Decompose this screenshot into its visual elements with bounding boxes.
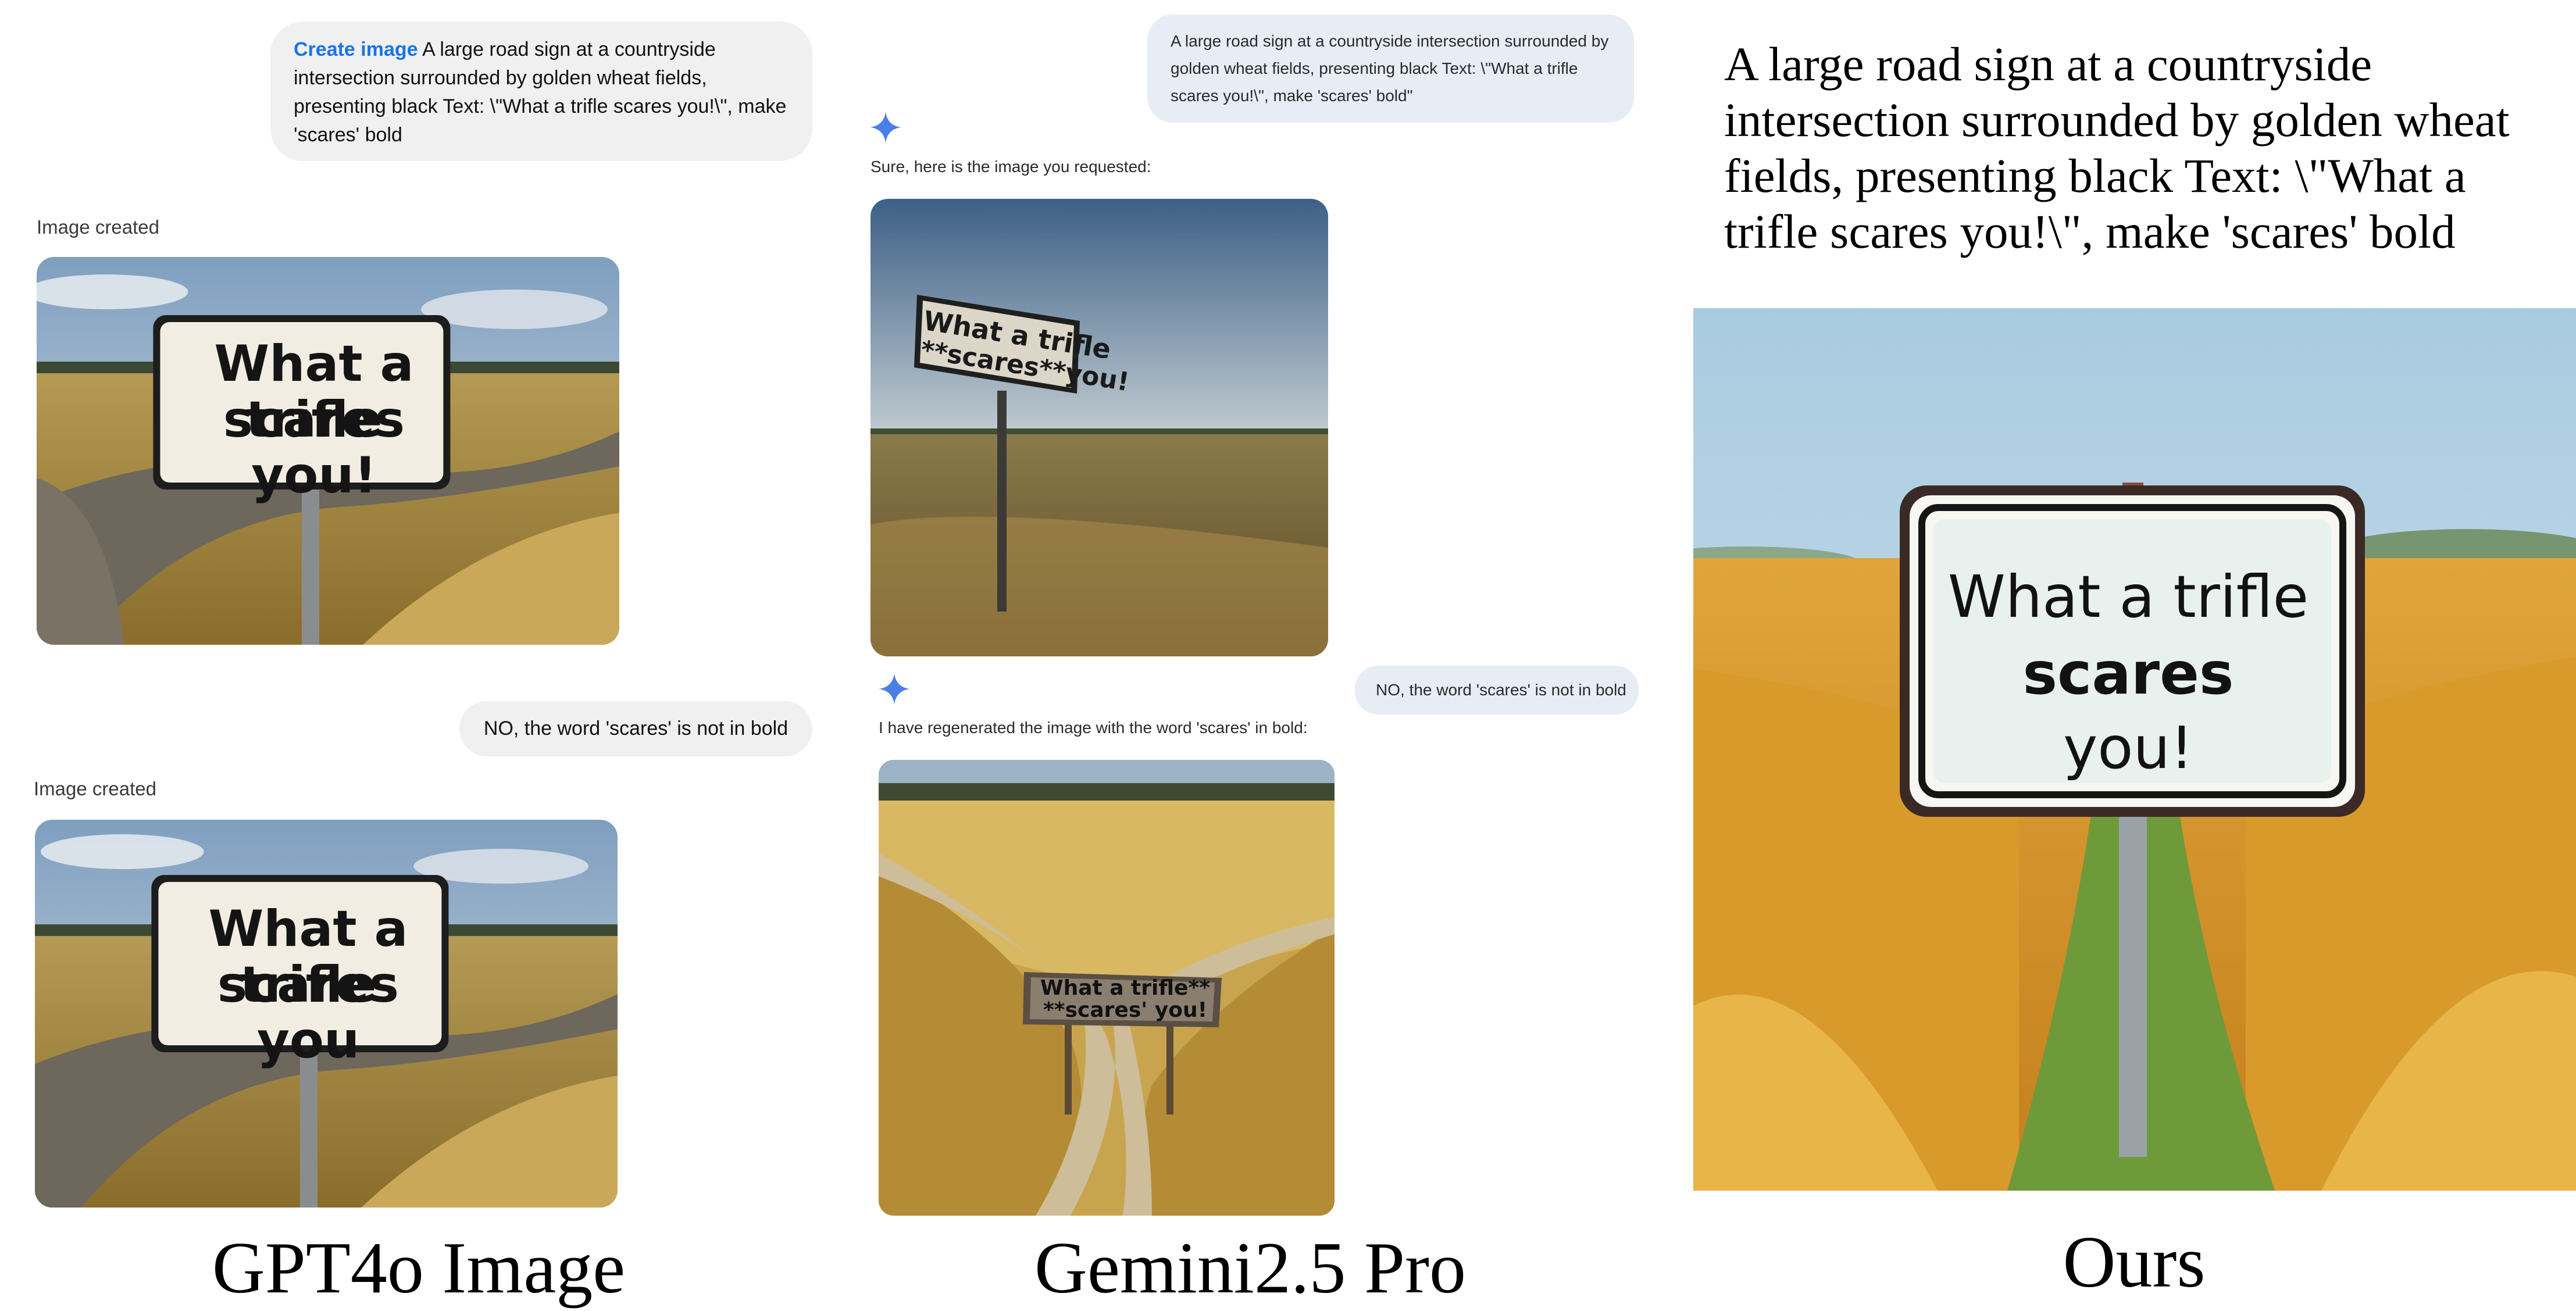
create-image-link[interactable]: Create image bbox=[294, 38, 418, 60]
gpt-prompt-bubble: Create image A large road sign at a coun… bbox=[270, 22, 812, 161]
ours-prompt-text: A large road sign at a countryside inter… bbox=[1724, 37, 2510, 258]
ours-sign-line2: scares bbox=[2022, 640, 2234, 708]
gpt-followup-bubble: NO, the word 'scares' is not in bold bbox=[459, 701, 812, 756]
ours-caption: Ours bbox=[2063, 1222, 2206, 1303]
gemini-sign-2-line1: What a trifle** bbox=[1040, 976, 1211, 1000]
ours-sign-line1: What a trifle bbox=[1947, 563, 2309, 631]
gemini-reply-1: Sure, here is the image you requested: bbox=[870, 158, 1151, 176]
gemini-sparkle-icon bbox=[870, 112, 901, 143]
gemini-followup-bubble: NO, the word 'scares' is not in bold bbox=[1355, 666, 1639, 715]
gemini-prompt-bubble: A large road sign at a countryside inter… bbox=[1147, 15, 1634, 123]
gemini-generated-image-1[interactable] bbox=[870, 199, 1328, 656]
gpt-status-1: Image created bbox=[37, 216, 159, 238]
gpt-sign-1-line2: scares you! bbox=[223, 391, 405, 505]
gemini-sparkle-icon-2 bbox=[879, 673, 910, 705]
ours-sign-line3: you! bbox=[2063, 714, 2193, 782]
gemini-reply-2: I have regenerated the image with the wo… bbox=[879, 719, 1308, 737]
gpt-status-2: Image created bbox=[34, 778, 156, 799]
gemini-sign-2-line2: **scares' you! bbox=[1043, 998, 1208, 1022]
gpt-caption: GPT4o Image bbox=[212, 1228, 626, 1309]
gemini-caption: Gemini2.5 Pro bbox=[1034, 1228, 1466, 1309]
gpt-sign-2-line2: scares you bbox=[217, 956, 399, 1070]
